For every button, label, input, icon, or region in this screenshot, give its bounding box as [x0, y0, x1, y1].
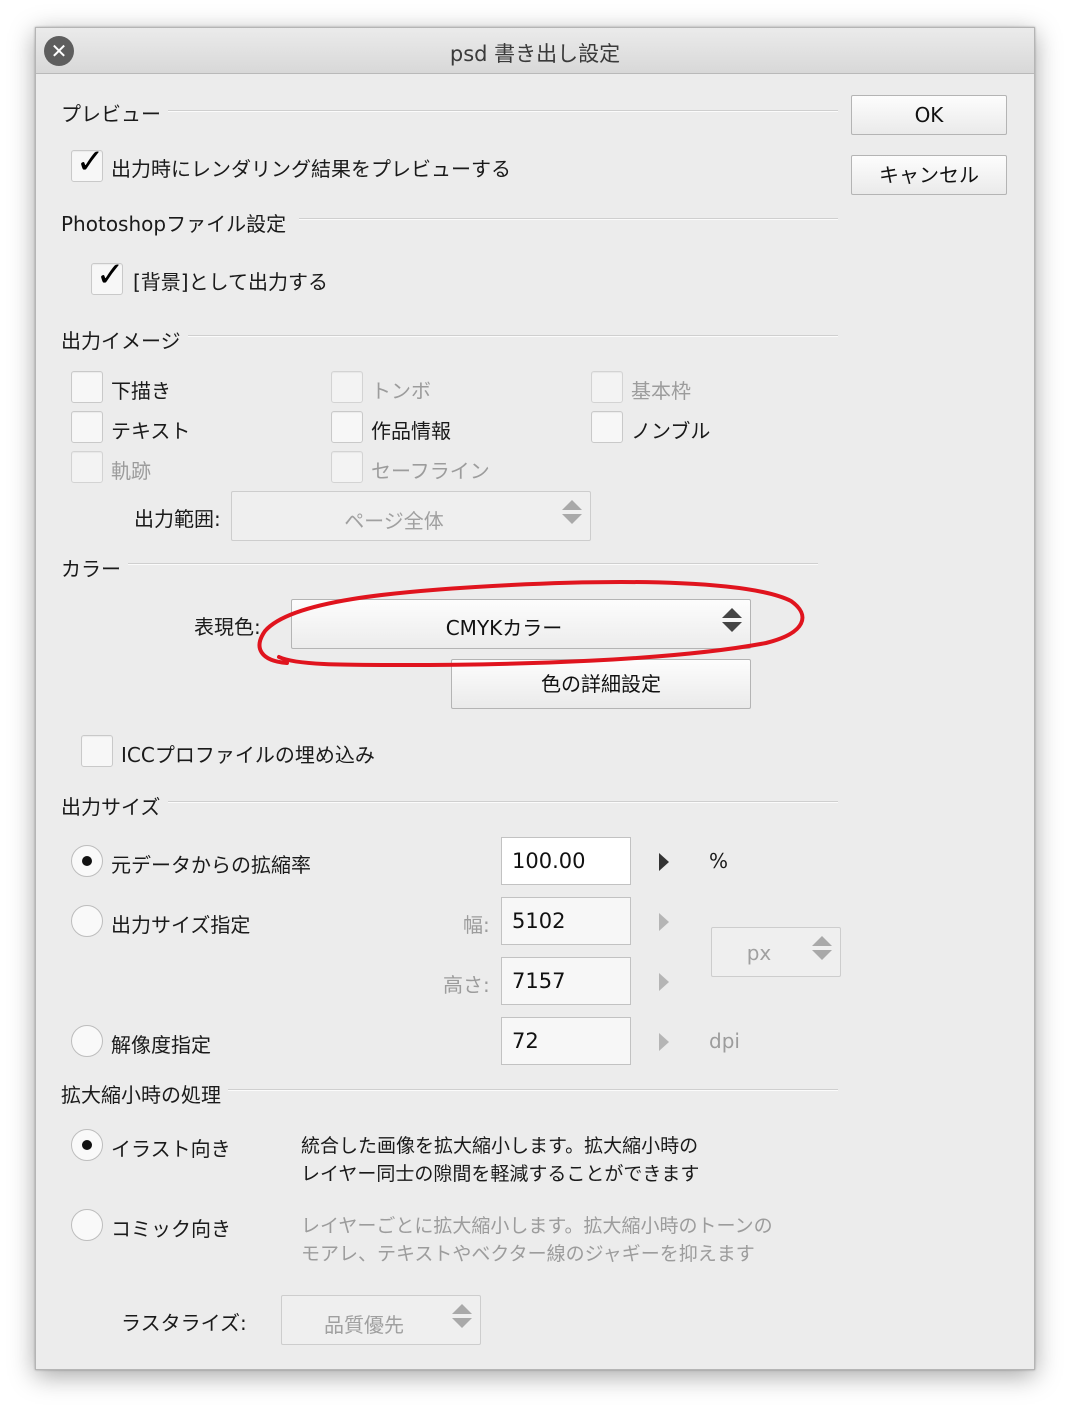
red-annotation-circle	[257, 580, 805, 667]
checkmark-icon: ✓	[76, 142, 105, 182]
illust-label: イラスト向き	[111, 1137, 231, 1161]
scale-unit: %	[709, 849, 729, 873]
text-label: テキスト	[111, 419, 191, 443]
ok-button[interactable]: OK	[851, 95, 1007, 135]
text-checkbox[interactable]	[71, 411, 103, 443]
resolution-unit: dpi	[709, 1029, 740, 1053]
preview-divider	[168, 110, 838, 112]
rasterize-value: 品質優先	[324, 1313, 404, 1337]
updown-arrows-icon	[812, 936, 832, 960]
cancel-button[interactable]: キャンセル	[851, 155, 1007, 195]
background-checkbox[interactable]: ✓	[91, 258, 125, 295]
ok-button-label: OK	[914, 103, 944, 127]
resolution-input[interactable]: 72	[501, 1017, 631, 1065]
crop-marks-label: トンボ	[371, 379, 431, 403]
size-label: 出力サイズ指定	[111, 913, 251, 937]
updown-arrows-icon	[452, 1304, 472, 1328]
title-bar: ✕ psd 書き出し設定	[36, 28, 1034, 74]
rasterize-label: ラスタライズ:	[121, 1311, 247, 1335]
resolution-label: 解像度指定	[111, 1033, 211, 1057]
window-title: psd 書き出し設定	[449, 42, 621, 66]
preview-heading: プレビュー	[61, 102, 161, 126]
width-input[interactable]: 5102	[501, 897, 631, 945]
illust-description-line-2: レイヤー同士の隙間を軽減することができます	[301, 1163, 700, 1185]
comic-label: コミック向き	[111, 1217, 231, 1241]
output-range-label: 出力範囲:	[134, 507, 221, 531]
preview-checkbox[interactable]: ✓	[71, 145, 105, 182]
basic-frame-checkbox[interactable]	[591, 371, 623, 403]
cancel-button-label: キャンセル	[879, 163, 979, 187]
draft-label: 下描き	[111, 379, 171, 403]
safe-line-label: セーフライン	[371, 459, 490, 483]
trajectory-checkbox[interactable]	[71, 451, 103, 483]
crop-marks-checkbox[interactable]	[331, 371, 363, 403]
icc-label: ICCプロファイルの埋め込み	[121, 743, 375, 767]
comic-description-line-2: モアレ、テキストやベクター線のジャギーを抑えます	[301, 1243, 755, 1265]
comic-radio[interactable]	[71, 1209, 103, 1241]
psd-export-dialog: ✕ psd 書き出し設定 OK キャンセル プレビュー ✓ 出力時にレンダリング…	[35, 27, 1035, 1370]
scaling-heading: 拡大縮小時の処理	[61, 1083, 221, 1107]
output-range-value: ページ全体	[344, 509, 444, 533]
background-checkbox-label: [背景]として出力する	[133, 270, 329, 294]
illust-description-line-1: 統合した画像を拡大縮小します。拡大縮小時の	[301, 1135, 699, 1157]
icc-checkbox[interactable]	[81, 735, 113, 767]
checkmark-icon: ✓	[96, 255, 125, 295]
resolution-radio[interactable]	[71, 1025, 103, 1057]
updown-arrows-icon	[562, 500, 582, 524]
comic-description-line-1: レイヤーごとに拡大縮小します。拡大縮小時のトーンの	[301, 1215, 773, 1237]
draft-checkbox[interactable]	[71, 371, 103, 403]
scale-label: 元データからの拡縮率	[111, 853, 311, 877]
size-unit-value: px	[746, 941, 772, 965]
work-info-checkbox[interactable]	[331, 411, 363, 443]
preview-checkbox-label: 出力時にレンダリング結果をプレビューする	[111, 157, 511, 181]
work-info-label: 作品情報	[371, 419, 451, 443]
output-image-divider	[188, 335, 838, 337]
basic-frame-label: 基本枠	[631, 379, 691, 403]
output-range-select[interactable]: ページ全体	[231, 491, 591, 541]
scale-radio[interactable]	[71, 845, 103, 877]
trajectory-label: 軌跡	[111, 459, 151, 483]
width-label: 幅:	[463, 913, 490, 937]
scale-arrow-icon[interactable]	[659, 853, 669, 871]
photoshop-heading: Photoshopファイル設定	[61, 212, 287, 236]
resolution-arrow-icon[interactable]	[659, 1033, 669, 1051]
scaling-divider	[228, 1089, 838, 1091]
illust-radio[interactable]	[71, 1129, 103, 1161]
output-size-heading: 出力サイズ	[61, 795, 161, 819]
width-arrow-icon[interactable]	[659, 913, 669, 931]
height-label: 高さ:	[443, 973, 490, 997]
page-number-checkbox[interactable]	[591, 411, 623, 443]
photoshop-divider	[299, 218, 838, 220]
scale-input[interactable]: 100.00	[501, 837, 631, 885]
rasterize-select[interactable]: 品質優先	[281, 1295, 481, 1345]
color-heading: カラー	[61, 557, 121, 581]
height-input[interactable]: 7157	[501, 957, 631, 1005]
page-number-label: ノンブル	[631, 419, 711, 443]
size-radio[interactable]	[71, 905, 103, 937]
output-image-heading: 出力イメージ	[61, 329, 181, 353]
size-unit-select[interactable]: px	[711, 927, 841, 977]
output-size-divider	[168, 801, 838, 803]
safe-line-checkbox[interactable]	[331, 451, 363, 483]
height-arrow-icon[interactable]	[659, 973, 669, 991]
